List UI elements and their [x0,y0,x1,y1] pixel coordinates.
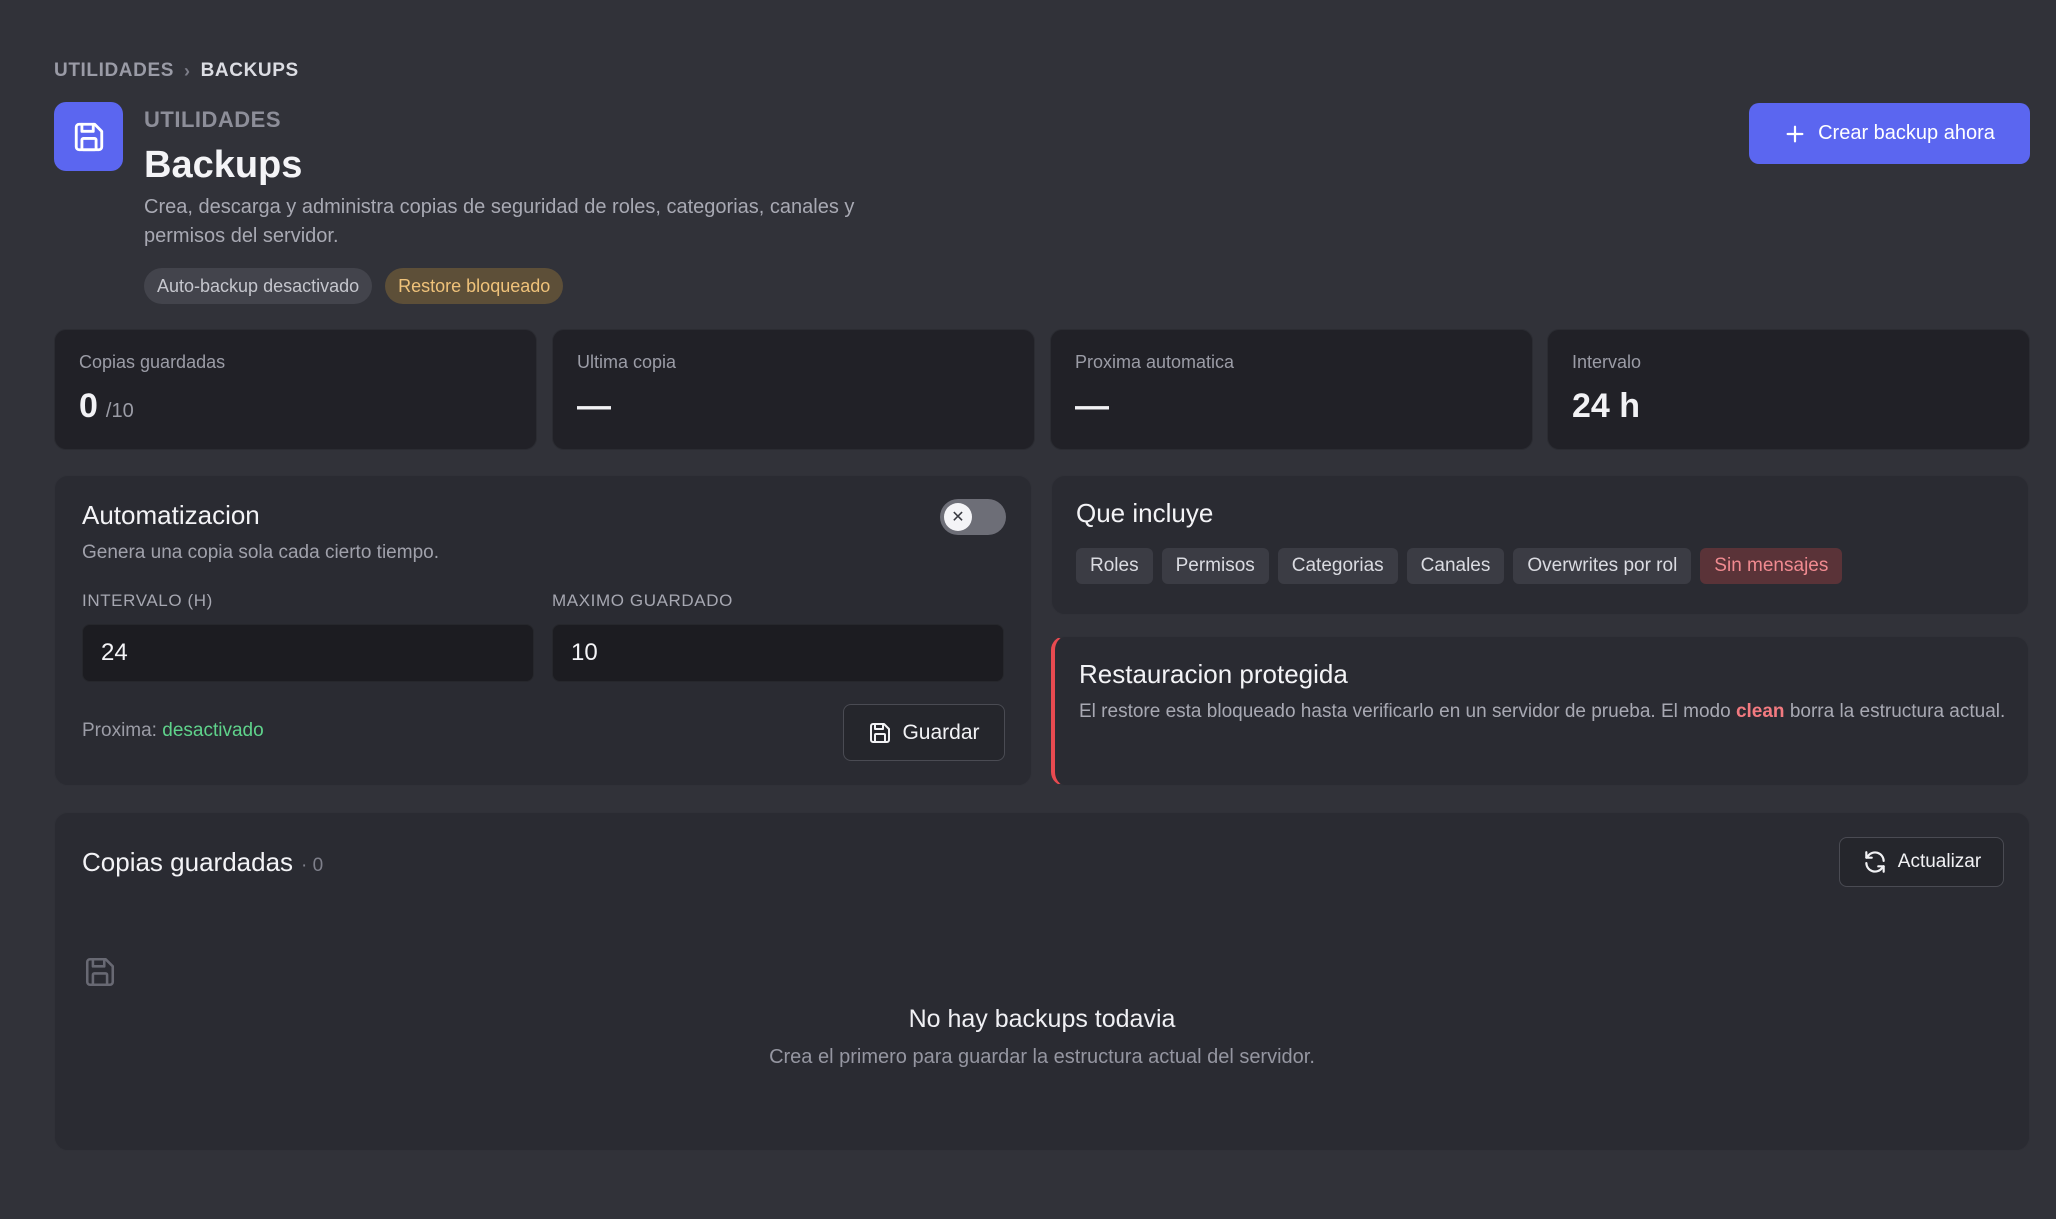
max-saved-label: MAXIMO GUARDADO [552,591,733,610]
max-saved-input[interactable]: 10 [552,624,1004,682]
empty-state-subtitle: Crea el primero para guardar la estructu… [769,1046,1315,1068]
next-run-label: Proxima: [82,720,157,741]
breadcrumb-backups: BACKUPS [200,60,299,81]
chip-categorias: Categorias [1277,548,1398,584]
stat-sub: /10 [105,400,134,422]
restore-text-after: borra la estructura actual. [1789,701,2006,722]
breadcrumb-separator: › [184,60,191,81]
stat-label: Copias guardadas [79,352,226,372]
automation-title: Automatizacion [82,500,260,530]
page-description: Crea, descarga y administra copias de se… [144,196,855,247]
stat-label: Ultima copia [577,352,677,372]
automation-toggle[interactable]: ✕ [940,499,1006,535]
restore-text-before: El restore esta bloqueado hasta verifica… [1079,701,1731,722]
refresh-button-label: Actualizar [1897,851,1982,872]
refresh-icon [1865,851,1885,873]
automation-description: Genera una copia sola cada cierto tiempo… [82,542,439,563]
saved-backups-header: Copias guardadas · 0 [82,847,323,878]
page-eyebrow: UTILIDADES [144,107,281,132]
saved-backups-panel: Copias guardadas · 0 Actualizar No hay b… [54,812,2030,1151]
restore-description: El restore esta bloqueado hasta verifica… [1079,698,2009,725]
stat-label: Intervalo [1572,352,1642,372]
restore-clean-highlight: clean [1735,701,1785,722]
close-icon: ✕ [944,503,972,531]
stat-value: — [577,387,611,425]
status-badges: Auto-backup desactivado Restore bloquead… [144,268,564,304]
breadcrumb-utilidades[interactable]: UTILIDADES [54,60,174,82]
saved-backups-title: Copias guardadas [82,847,294,877]
automation-panel: Automatizacion Genera una copia sola cad… [54,475,1032,786]
floppy-disk-icon [54,102,123,171]
create-backup-label: Crear backup ahora [1818,122,1995,144]
includes-panel: Que incluye Roles Permisos Categorias Ca… [1051,475,2029,615]
save-button[interactable]: Guardar [843,704,1005,761]
save-button-label: Guardar [902,720,980,744]
floppy-disk-icon [83,955,117,994]
stat-card-copias: Copias guardadas 0/10 [54,329,537,450]
stat-value: — [1075,387,1109,425]
status-badge-restore: Restore bloqueado [385,268,564,304]
includes-title: Que incluye [1076,498,1214,528]
page-title: Backups [144,144,303,186]
saved-backups-count: · 0 [301,855,324,876]
plus-icon [1786,125,1804,142]
status-badge-auto-backup: Auto-backup desactivado [144,268,373,304]
stat-label: Proxima automatica [1075,352,1235,372]
includes-chips: Roles Permisos Categorias Canales Overwr… [1076,548,1843,584]
next-run-info: Proxima: desactivado [82,720,264,742]
restore-title: Restauracion protegida [1079,659,1348,689]
restore-warning-panel: Restauracion protegida El restore esta b… [1051,636,2029,786]
next-run-value: desactivado [162,720,264,741]
interval-input[interactable]: 24 [82,624,534,682]
create-backup-button[interactable]: Crear backup ahora [1749,103,2030,164]
floppy-disk-icon [870,722,891,743]
stat-value: 24 h [1572,387,1641,425]
stat-card-intervalo: Intervalo 24 h [1547,329,2030,450]
chip-canales: Canales [1406,548,1505,584]
empty-state-title: No hay backups todavia [908,1005,1176,1033]
breadcrumb: UTILIDADES › BACKUPS [54,60,299,82]
stat-card-ultima-copia: Ultima copia — [552,329,1035,450]
stat-value: 0 [79,387,98,425]
chip-permisos: Permisos [1161,548,1269,584]
chip-overwrites: Overwrites por rol [1513,548,1692,584]
refresh-button[interactable]: Actualizar [1839,837,2004,887]
chip-roles: Roles [1076,548,1153,584]
interval-label: INTERVALO (H) [82,591,213,610]
stat-card-proxima: Proxima automatica — [1050,329,1533,450]
chip-sin-mensajes: Sin mensajes [1700,548,1843,584]
